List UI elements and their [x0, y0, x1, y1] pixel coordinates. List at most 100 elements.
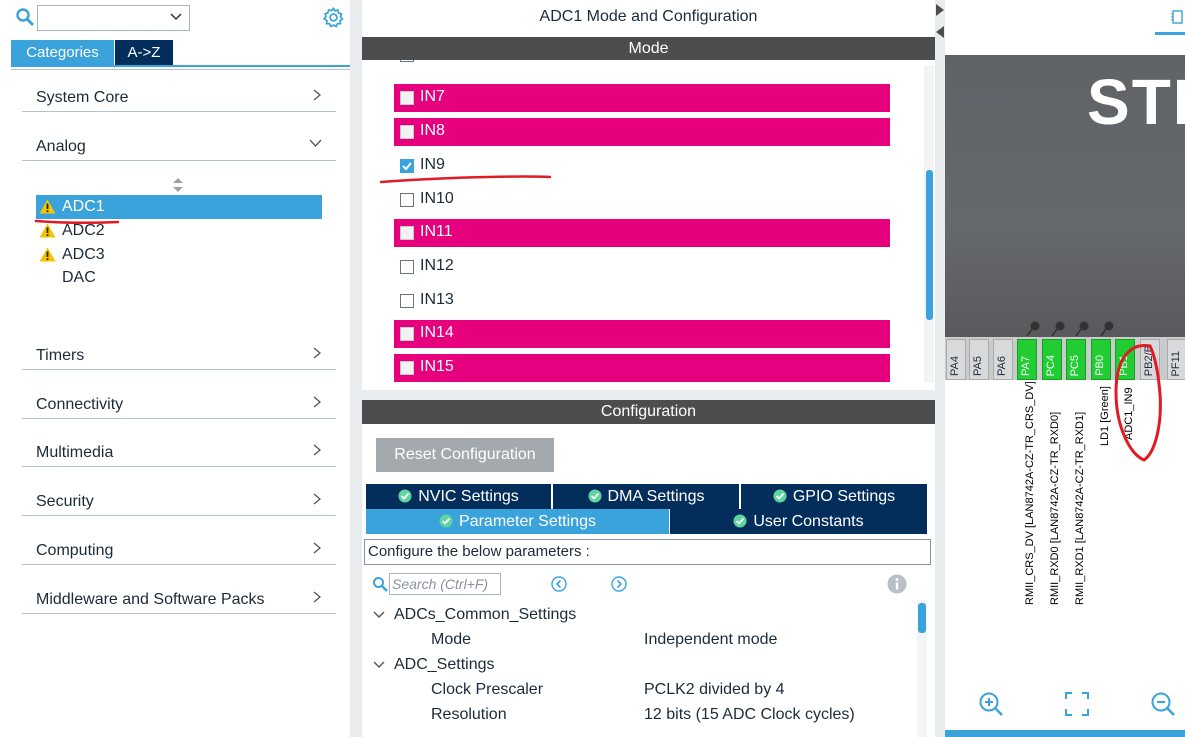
pin-name: PF11	[1170, 350, 1182, 376]
warning-icon	[39, 223, 56, 238]
check-icon	[402, 162, 412, 171]
warning-icon	[39, 247, 56, 262]
analog-item-dac[interactable]: DAC	[36, 266, 322, 290]
reset-configuration-button[interactable]: Reset Configuration	[376, 438, 554, 472]
collapse-handle-icon[interactable]	[935, 2, 945, 42]
mode-row-in11[interactable]: IN11	[394, 219, 890, 247]
tab-parameter-settings[interactable]: Parameter Settings	[366, 509, 669, 534]
checkbox[interactable]	[400, 260, 414, 274]
parameter-scrollbar-thumb[interactable]	[918, 603, 926, 633]
mode-row-in12[interactable]: IN12	[394, 253, 890, 281]
mode-list: IN7 IN8 IN9 IN10 IN11 IN12 IN13 IN14 IN1…	[362, 60, 935, 388]
mode-row-in10[interactable]: IN10	[394, 186, 890, 214]
analog-item-adc1[interactable]: ADC1	[36, 195, 322, 219]
checkbox-checked[interactable]	[400, 159, 414, 173]
chevron-right-icon	[313, 396, 322, 408]
check-circle-icon	[773, 489, 787, 503]
category-label: Security	[36, 493, 94, 510]
tab-label: DMA Settings	[607, 488, 705, 505]
pin-name: PB1	[1118, 355, 1130, 376]
collapse-icon[interactable]	[373, 660, 385, 670]
category-label: Timers	[36, 347, 85, 364]
info-icon[interactable]	[887, 574, 907, 594]
chevron-down-icon[interactable]	[169, 10, 183, 24]
pushpin-icon	[1051, 321, 1065, 337]
mode-row-label: IN14	[420, 324, 454, 341]
pin-pb2[interactable]: PB2/B	[1140, 339, 1160, 380]
pin-name: PC5	[1069, 354, 1081, 376]
tab-a-z[interactable]: A->Z	[115, 40, 173, 65]
param-value-resolution[interactable]: 12 bits (15 ADC Clock cycles)	[644, 706, 855, 724]
splitter-middle[interactable]	[362, 390, 935, 400]
chevron-right-icon	[313, 493, 322, 505]
tab-categories[interactable]: Categories	[11, 40, 114, 65]
analog-item-label: DAC	[62, 269, 96, 286]
pin-name: PB2/B	[1143, 344, 1155, 376]
category-security[interactable]: Security	[22, 482, 336, 516]
analog-item-adc2[interactable]: ADC2	[36, 219, 322, 243]
category-multimedia[interactable]: Multimedia	[22, 433, 336, 467]
fit-to-screen-icon[interactable]	[1063, 690, 1091, 718]
pin-signal-label: RMII_RXD0 [LAN8742A-CZ-TR_RXD0]	[1049, 411, 1061, 605]
pin-name: PA4	[949, 356, 961, 376]
checkbox[interactable]	[400, 91, 414, 105]
gear-icon[interactable]	[322, 6, 345, 29]
mode-scrollbar-thumb[interactable]	[926, 170, 933, 320]
search-combobox[interactable]	[37, 5, 190, 31]
middle-panel: ADC1 Mode and Configuration Mode IN7 IN8…	[362, 0, 935, 737]
sort-icon[interactable]	[172, 178, 184, 192]
pin-pa6[interactable]: PA6	[993, 339, 1013, 380]
checkbox[interactable]	[400, 125, 414, 139]
param-value-clock-prescaler[interactable]: PCLK2 divided by 4	[644, 681, 785, 699]
parameter-search-input[interactable]: Search (Ctrl+F)	[389, 573, 501, 595]
category-analog[interactable]: Analog	[22, 127, 336, 161]
parameter-hint: Configure the below parameters :	[364, 539, 931, 565]
splitter-right[interactable]	[935, 0, 945, 737]
category-connectivity[interactable]: Connectivity	[22, 385, 336, 419]
pin-pa7[interactable]: PA7	[1017, 339, 1037, 380]
previous-icon[interactable]	[551, 576, 567, 592]
mode-row-label: IN9	[420, 156, 445, 173]
pin-pc4[interactable]: PC4	[1042, 339, 1062, 380]
zoom-out-icon[interactable]	[1149, 690, 1177, 718]
zoom-in-icon[interactable]	[977, 690, 1005, 718]
pin-pa5[interactable]: PA5	[969, 339, 989, 380]
search-icon[interactable]	[15, 7, 35, 27]
tab-gpio-settings[interactable]: GPIO Settings	[741, 484, 927, 509]
search-icon[interactable]	[372, 576, 388, 592]
param-group-adc-settings[interactable]: ADC_Settings	[394, 656, 495, 674]
mode-row-in14[interactable]: IN14	[394, 320, 890, 348]
tabs-underline	[11, 65, 350, 67]
checkbox[interactable]	[400, 226, 414, 240]
checkbox[interactable]	[400, 361, 414, 375]
category-timers[interactable]: Timers	[22, 336, 336, 370]
pin-pb1[interactable]: PB1	[1115, 339, 1135, 380]
splitter-left[interactable]	[350, 0, 362, 737]
mode-row-in13[interactable]: IN13	[394, 287, 890, 315]
mode-row-in9[interactable]: IN9	[394, 152, 890, 180]
divider	[11, 69, 350, 70]
checkbox[interactable]	[400, 193, 414, 207]
checkbox[interactable]	[400, 327, 414, 341]
collapse-icon[interactable]	[373, 610, 385, 620]
pin-pa4[interactable]: PA4	[946, 339, 966, 380]
tab-dma-settings[interactable]: DMA Settings	[553, 484, 739, 509]
tab-user-constants[interactable]: User Constants	[670, 509, 927, 534]
analog-item-adc3[interactable]: ADC3	[36, 243, 322, 267]
pin-pb0[interactable]: PB0	[1091, 339, 1111, 380]
mode-row-in7[interactable]: IN7	[394, 84, 890, 112]
category-middleware[interactable]: Middleware and Software Packs	[22, 580, 336, 614]
mode-row-in15[interactable]: IN15	[394, 354, 890, 382]
tab-nvic-settings[interactable]: NVIC Settings	[366, 484, 551, 509]
pin-pf11[interactable]: PF11	[1167, 339, 1185, 380]
pin-pc5[interactable]: PC5	[1066, 339, 1086, 380]
category-system-core[interactable]: System Core	[22, 78, 336, 112]
param-group-adcs-common-settings[interactable]: ADCs_Common_Settings	[394, 606, 576, 624]
param-value-mode[interactable]: Independent mode	[644, 631, 777, 649]
pin-name: PA7	[1020, 356, 1032, 376]
pinout-view-icon[interactable]	[1170, 8, 1185, 26]
next-icon[interactable]	[611, 576, 627, 592]
mode-row-in8[interactable]: IN8	[394, 118, 890, 146]
category-computing[interactable]: Computing	[22, 531, 336, 565]
checkbox[interactable]	[400, 294, 414, 308]
